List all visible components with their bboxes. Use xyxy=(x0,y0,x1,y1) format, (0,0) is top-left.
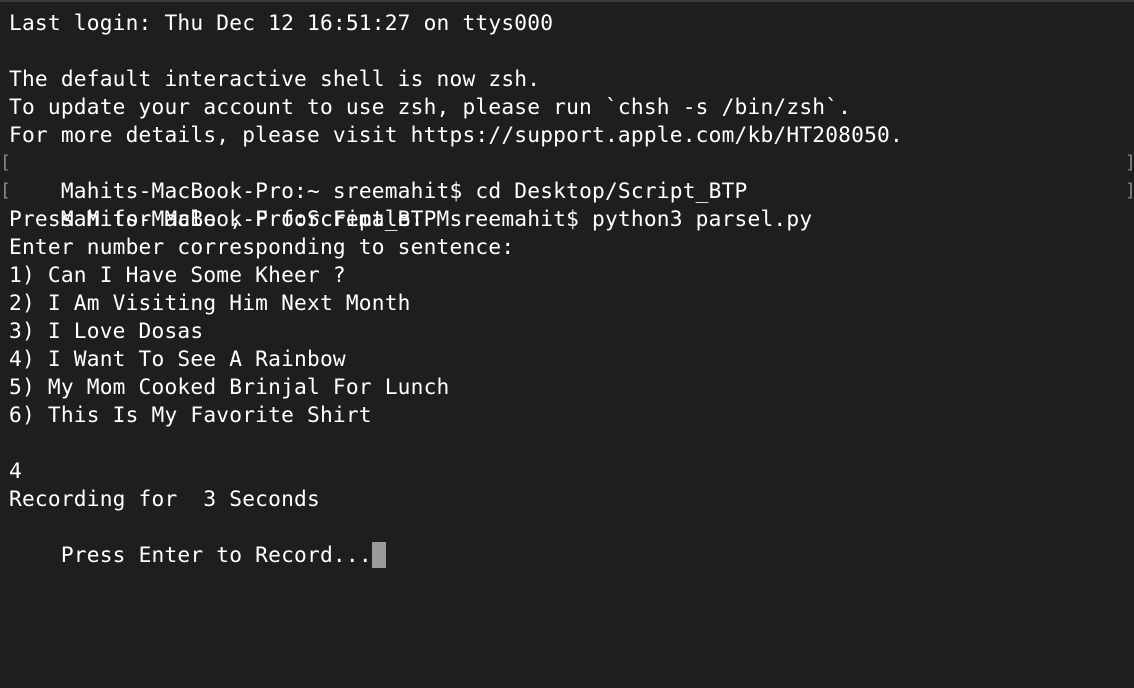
terminal-line-update-notice: To update your account to use zsh, pleas… xyxy=(9,94,852,119)
terminal-line-record-prompt: Press Enter to Record... xyxy=(60,542,372,567)
terminal-line-shell-notice: The default interactive shell is now zsh… xyxy=(9,66,541,91)
text-cursor[interactable] xyxy=(371,542,386,568)
terminal-line-last-login: Last login: Thu Dec 12 16:51:27 on ttys0… xyxy=(9,10,554,35)
sentence-option-2: 2) I Am Visiting Him Next Month xyxy=(9,290,411,315)
terminal-window[interactable]: Last login: Thu Dec 12 16:51:27 on ttys0… xyxy=(0,0,1134,688)
prompt-mark-left: [ xyxy=(0,180,12,201)
sentence-option-1: 1) Can I Have Some Kheer ? xyxy=(9,262,346,287)
terminal-command-python-row: [Mahits-MacBook-Pro:Script_BTP sreemahit… xyxy=(0,177,1134,231)
terminal-line-recording-duration: Recording for 3 Seconds xyxy=(9,486,320,511)
sentence-option-3: 3) I Love Dosas xyxy=(9,318,204,343)
terminal-line-sentence-prompt: Enter number corresponding to sentence: xyxy=(9,234,515,259)
prompt-mark-right: ] xyxy=(1125,149,1134,177)
terminal-line-gender-prompt: Press M for Male , F for Female: M xyxy=(9,206,450,231)
window-top-edge xyxy=(0,0,1134,2)
terminal-input-row[interactable]: Press Enter to Record... xyxy=(9,513,1134,568)
terminal-command-cd-row: [Mahits-MacBook-Pro:~ sreemahit$ cd Desk… xyxy=(0,149,1134,203)
prompt-mark-right: ] xyxy=(1125,177,1134,205)
terminal-line-user-choice: 4 xyxy=(9,458,22,483)
sentence-option-4: 4) I Want To See A Rainbow xyxy=(9,346,346,371)
sentence-option-6: 6) This Is My Favorite Shirt xyxy=(9,402,372,427)
sentence-option-5: 5) My Mom Cooked Brinjal For Lunch xyxy=(9,374,450,399)
prompt-mark-left: [ xyxy=(0,152,12,173)
terminal-line-details-notice: For more details, please visit https://s… xyxy=(9,122,903,147)
